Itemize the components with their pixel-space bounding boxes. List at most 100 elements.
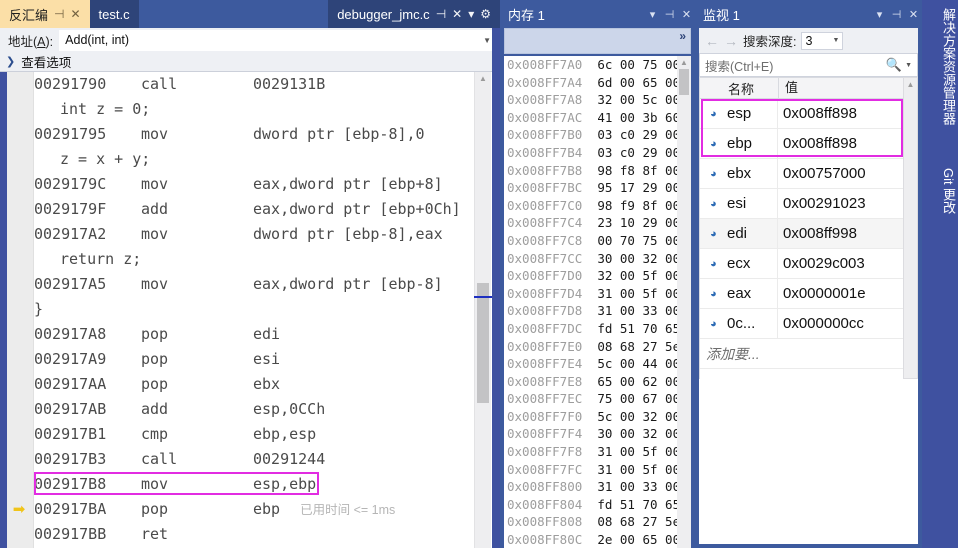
arrow-left-icon[interactable]: ← [705,33,719,49]
watch-search-input[interactable]: 搜索(Ctrl+E) 🔍 ▼ [699,53,918,77]
memory-toolbar[interactable]: » [504,28,691,54]
disassembly-scrollbar[interactable]: ▲ [474,72,491,548]
memory-row[interactable]: 0x008FF800 31 00 33 00 [504,478,677,496]
disassembly-line[interactable]: 002917A5 mov eax,dword ptr [ebp-8] [34,272,474,297]
memory-row[interactable]: 0x008FF7A0 6c 00 75 00 [504,56,677,74]
disassembly-line[interactable]: 0029179C mov eax,dword ptr [ebp+8] [34,172,474,197]
close-icon[interactable]: ✕ [452,7,462,21]
watch-value[interactable]: 0x008ff898 [777,129,903,158]
address-input[interactable]: Add(int, int) ▼ [59,29,496,51]
disassembly-line[interactable]: 002917B1 cmp ebp,esp [34,422,474,447]
disassembly-line[interactable]: 002917BA pop ebp 已用时间 <= 1ms [34,497,474,522]
watch-row[interactable]: ◕ 0c... 0x000000cc [700,309,903,339]
source-line[interactable]: int z = 0; [34,97,474,122]
watch-row[interactable]: ◕ ebp 0x008ff898 [700,129,903,159]
watch-row[interactable]: ◕ eax 0x0000001e [700,279,903,309]
memory-row[interactable]: 0x008FF7E8 65 00 62 00 [504,373,677,391]
magnifier-icon[interactable]: 🔍 [886,57,905,73]
watch-row[interactable]: ◕ edi 0x008ff998 [700,219,903,249]
source-line[interactable]: return z; [34,247,474,272]
memory-row[interactable]: 0x008FF7F8 31 00 5f 00 [504,443,677,461]
memory-row[interactable]: 0x008FF7E0 08 68 27 5e [504,338,677,356]
vtab-git-changes[interactable]: Git 更改 [922,160,958,246]
source-line[interactable]: } [34,297,474,322]
scrollbar-thumb[interactable] [477,283,489,403]
memory-row[interactable]: 0x008FF7DC fd 51 70 65 [504,320,677,338]
arrow-right-icon[interactable]: → [724,33,738,49]
vtab-solution-explorer[interactable]: 解决方案资源管理器 [922,0,958,160]
memory-row[interactable]: 0x008FF7BC 95 17 29 00 [504,179,677,197]
watch-value[interactable]: 0x0029c003 [777,249,903,278]
scroll-up-arrow-icon[interactable]: ▲ [677,56,691,69]
disassembly-line[interactable]: 002917A8 pop edi [34,322,474,347]
watch-row[interactable]: ◕ esi 0x00291023 [700,189,903,219]
disassembly-line[interactable]: 00291795 mov dword ptr [ebp-8],0 [34,122,474,147]
pin-icon[interactable]: ⊣ [54,7,64,21]
search-depth-stepper[interactable]: 3 ▼ [801,31,844,50]
memory-row[interactable]: 0x008FF7FC 31 00 5f 00 [504,461,677,479]
gear-icon[interactable]: ⚙ [480,7,491,21]
close-icon[interactable]: ✕ [70,7,80,21]
memory-row[interactable]: 0x008FF7C0 98 f9 8f 00 [504,197,677,215]
memory-row[interactable]: 0x008FF7A4 6d 00 65 00 [504,74,677,92]
chevron-down-icon[interactable]: ▼ [483,36,491,45]
pin-icon[interactable]: ⊣ [888,8,905,21]
watch-value[interactable]: 0x0000001e [777,279,903,308]
watch-row[interactable]: ◕ ebx 0x00757000 [700,159,903,189]
memory-row[interactable]: 0x008FF7F4 30 00 32 00 [504,425,677,443]
chevron-down-icon[interactable]: ▾ [468,7,474,21]
disassembly-code-area[interactable]: 00291790 call 0029131B int z = 0; 00291795 mo… [0,72,500,548]
source-line[interactable]: z = x + y; [34,147,474,172]
chevron-down-icon[interactable]: ▼ [833,37,840,44]
memory-row[interactable]: 0x008FF7C8 00 70 75 00 [504,232,677,250]
memory-row[interactable]: 0x008FF7EC 75 00 67 00 [504,390,677,408]
disassembly-line[interactable]: 00291790 call 0029131B [34,72,474,97]
watch-row[interactable]: ◕ ecx 0x0029c003 [700,249,903,279]
memory-row[interactable]: 0x008FF7E4 5c 00 44 00 [504,355,677,373]
watch-value[interactable]: 0x008ff998 [777,219,903,248]
disassembly-line[interactable]: 002917A2 mov dword ptr [ebp-8],eax [34,222,474,247]
memory-row[interactable]: 0x008FF7B8 98 f8 8f 00 [504,162,677,180]
memory-row[interactable]: 0x008FF7D8 31 00 33 00 [504,302,677,320]
disassembly-line[interactable]: 002917BB ret [34,522,474,547]
pin-icon[interactable]: ⊣ [661,8,678,21]
pin-icon[interactable]: ⊣ [436,7,446,21]
scrollbar-thumb[interactable] [679,69,689,95]
tab-debugger-jmc[interactable]: debugger_jmc.c ⊣ ✕ ▾ ⚙ [328,0,500,28]
watch-rows[interactable]: ◕ esp 0x008ff898 ◕ ebp 0x008ff898 ◕ ebx 0x007570… [699,99,903,379]
memory-row[interactable]: 0x008FF7AC 41 00 3b 60 [504,109,677,127]
disassembly-line[interactable]: 0029179F add eax,dword ptr [ebp+0Ch] [34,197,474,222]
memory-row[interactable]: 0x008FF7A8 32 00 5c 00 [504,91,677,109]
disassembly-line[interactable]: 002917AA pop ebx [34,372,474,397]
watch-value[interactable]: 0x00757000 [777,159,903,188]
memory-rows[interactable]: 0x008FF7A0 6c 00 75 00 0x008FF7A4 6d 00 6… [504,56,677,548]
disassembly-line[interactable]: 002917AB add esp,0CCh [34,397,474,422]
chevron-down-icon[interactable]: ▾ [871,8,888,21]
memory-scrollbar[interactable]: ▲ [677,56,691,548]
chevron-down-icon[interactable]: ❯ [6,55,15,68]
disassembly-line[interactable]: 002917A9 pop esi [34,347,474,372]
view-options-bar[interactable]: ❯ 查看选项 [0,52,500,72]
chevron-down-icon[interactable]: ▾ [644,8,661,21]
tab-disassembly[interactable]: 反汇编 ⊣ ✕ [0,0,90,28]
memory-row[interactable]: 0x008FF7CC 30 00 32 00 [504,250,677,268]
scroll-up-arrow-icon[interactable]: ▲ [475,72,491,85]
memory-row[interactable]: 0x008FF80C 2e 00 65 00 [504,531,677,548]
memory-row[interactable]: 0x008FF804 fd 51 70 65 [504,496,677,514]
close-icon[interactable]: ✕ [905,8,922,21]
memory-row[interactable]: 0x008FF7B4 03 c0 29 00 [504,144,677,162]
watch-add-row[interactable]: 添加要... [700,339,903,369]
memory-row[interactable]: 0x008FF7B0 03 c0 29 00 [504,126,677,144]
memory-row[interactable]: 0x008FF7C4 23 10 29 00 [504,214,677,232]
watch-value[interactable]: 0x00291023 [777,189,903,218]
code-gutter[interactable] [7,72,34,548]
toolbar-overflow-icon[interactable]: » [679,29,686,43]
memory-row[interactable]: 0x008FF808 08 68 27 5e [504,513,677,531]
memory-row[interactable]: 0x008FF7D4 31 00 5f 00 [504,285,677,303]
memory-row[interactable]: 0x008FF7F0 5c 00 32 00 [504,408,677,426]
watch-row[interactable]: ◕ esp 0x008ff898 [700,99,903,129]
watch-value[interactable]: 0x008ff898 [777,99,903,128]
chevron-down-icon[interactable]: ▼ [905,62,917,69]
disassembly-line[interactable]: 002917B3 call 00291244 [34,447,474,472]
scroll-up-arrow-icon[interactable]: ▲ [904,78,917,91]
